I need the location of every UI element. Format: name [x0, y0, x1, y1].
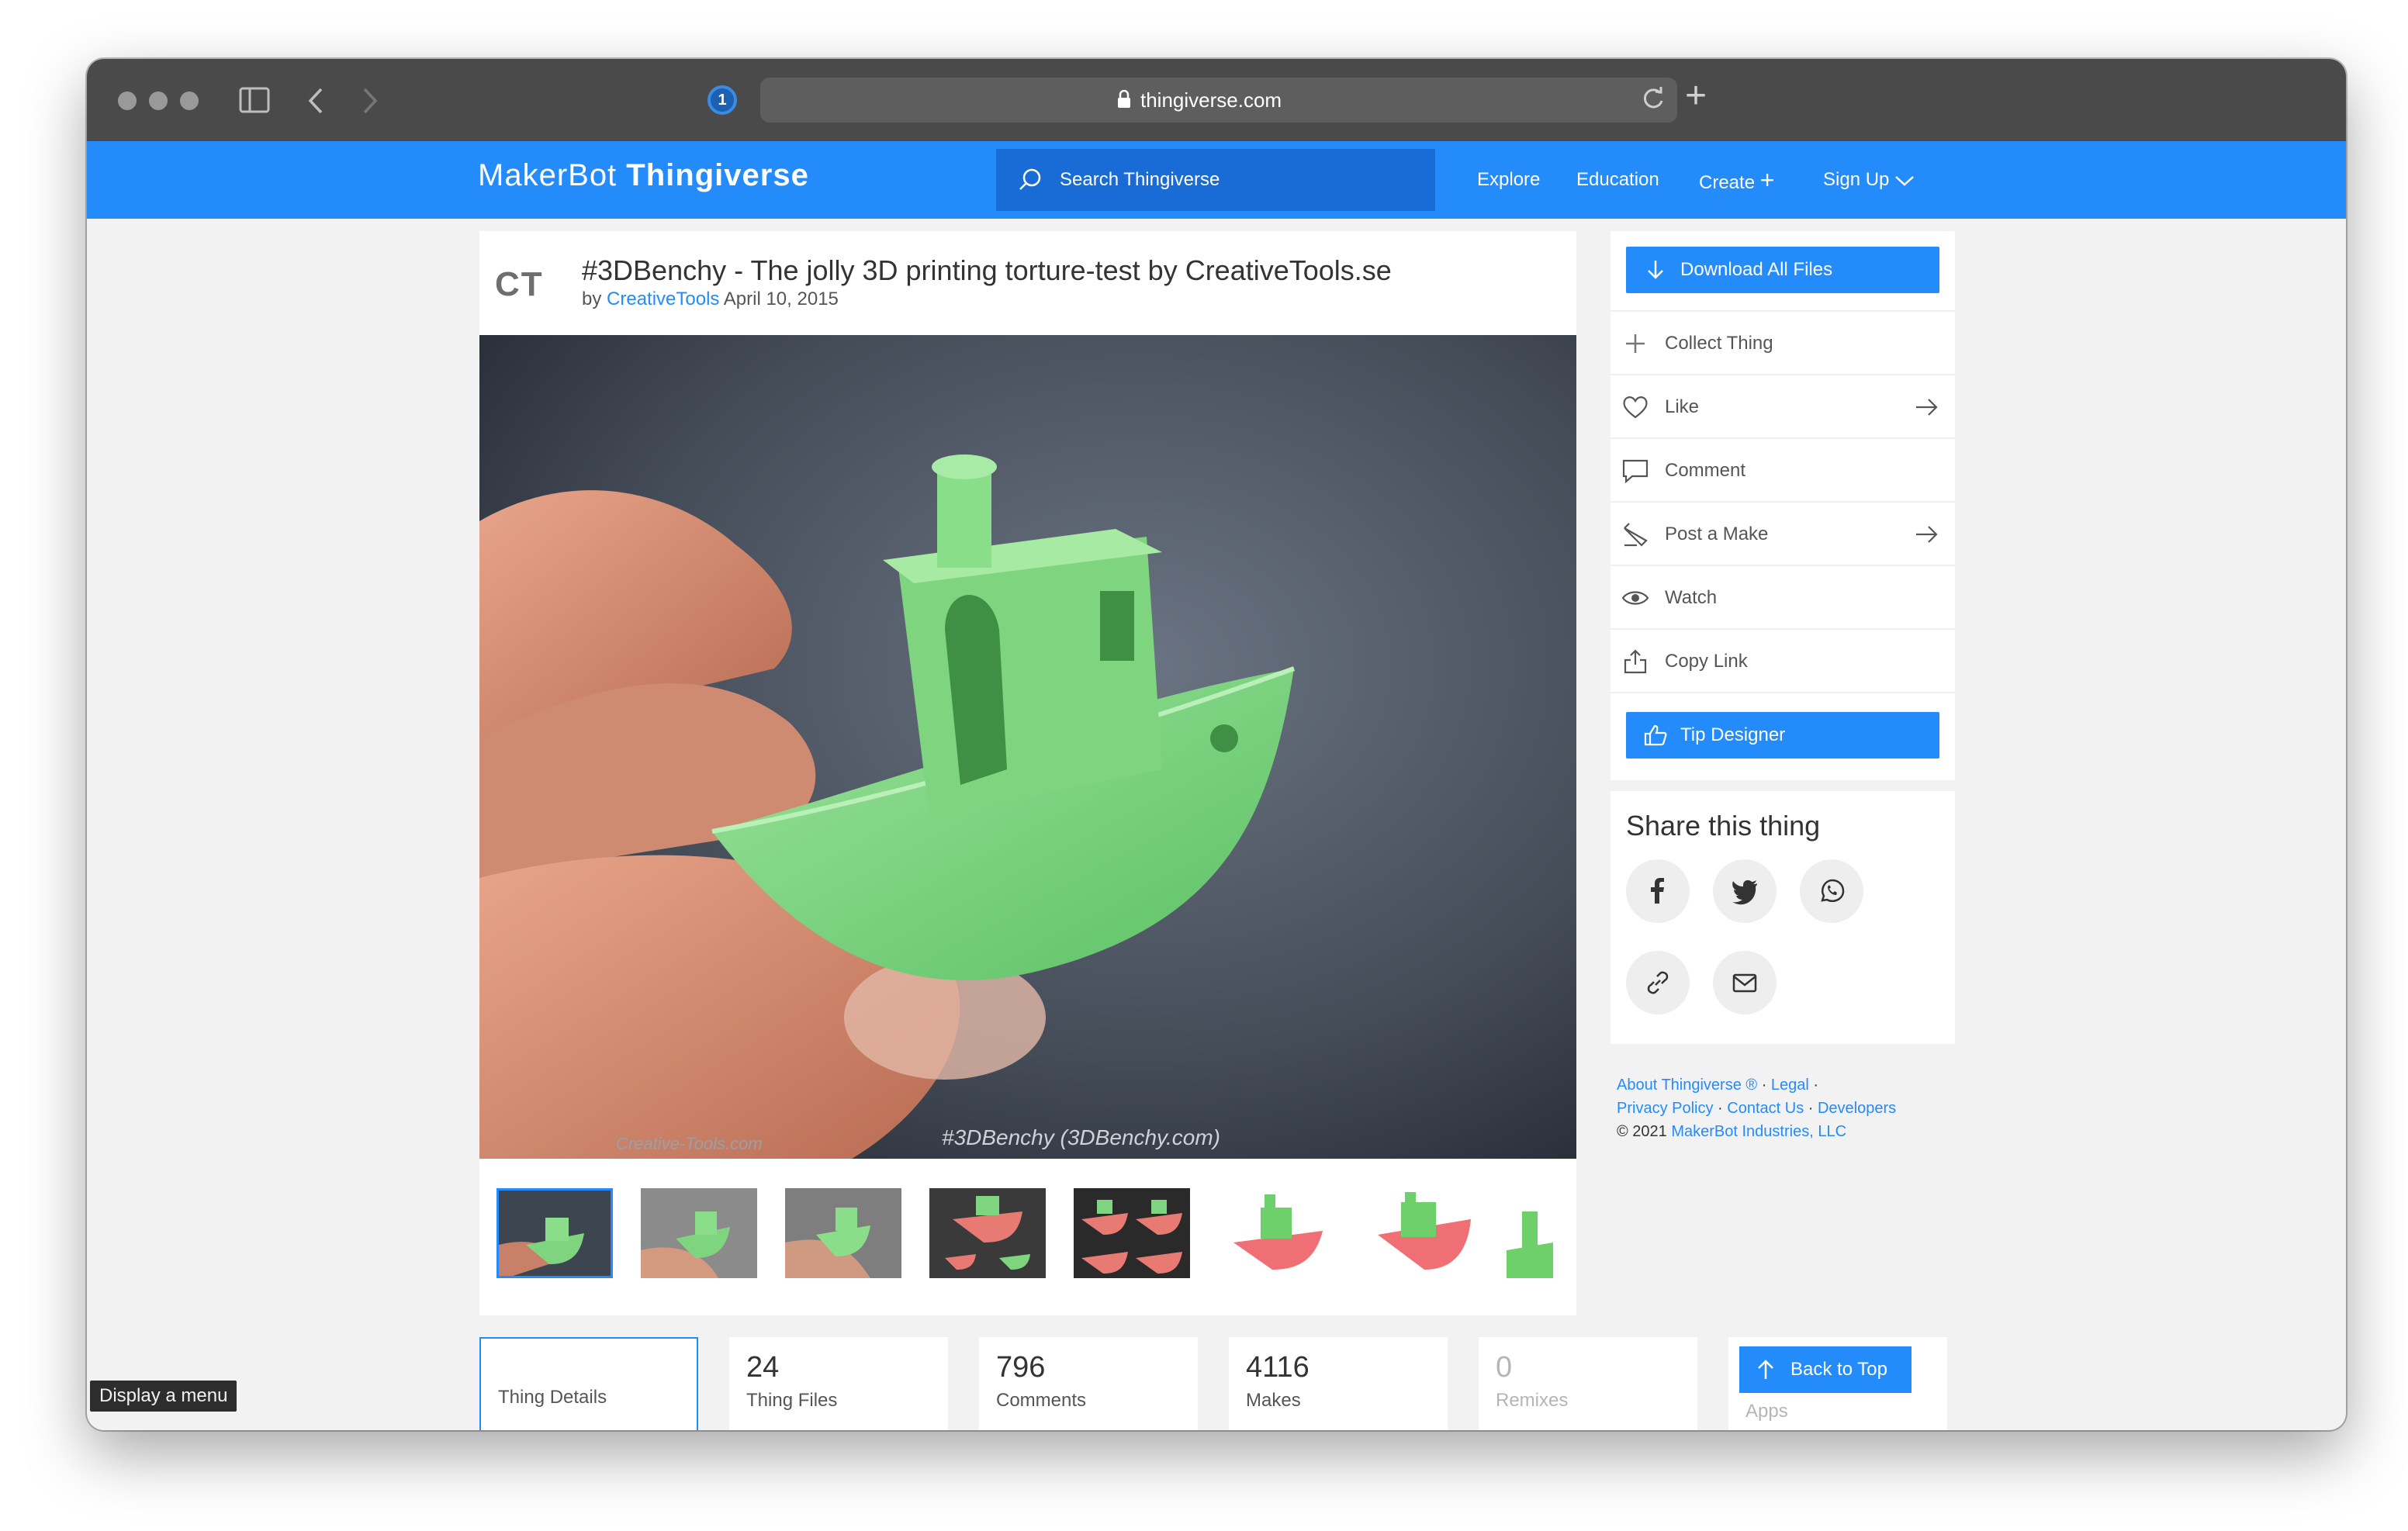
link-share-button[interactable]: [1626, 951, 1690, 1014]
privacy-link[interactable]: Privacy Policy: [1617, 1100, 1713, 1117]
facebook-icon: [1651, 878, 1664, 904]
download-icon: [1648, 261, 1663, 279]
search-icon: [1019, 168, 1041, 190]
heart-icon: [1623, 396, 1648, 419]
address-bar[interactable]: thingiverse.com: [760, 78, 1677, 123]
close-window-button[interactable]: [118, 92, 137, 110]
legal-link[interactable]: Legal: [1771, 1077, 1809, 1094]
nav-explore[interactable]: Explore: [1477, 141, 1540, 219]
thumbnail-8[interactable]: [1507, 1188, 1567, 1278]
download-all-files-button[interactable]: Download All Files: [1626, 247, 1939, 293]
thing-card: CT #3DBenchy - The jolly 3D printing tor…: [479, 231, 1576, 1315]
site-logo[interactable]: MakerBot Thingiverse: [478, 158, 809, 193]
share-title: Share this thing: [1626, 810, 1821, 842]
browser-window: 1 thingiverse.com + MakerBot Thingiverse…: [87, 59, 2346, 1430]
reload-icon[interactable]: [1642, 85, 1665, 112]
email-share-button[interactable]: [1713, 951, 1777, 1014]
thumbnail-strip: [496, 1188, 1567, 1281]
thumbnail-5[interactable]: [1074, 1188, 1190, 1278]
tooltip: Display a menu: [90, 1381, 237, 1412]
page-title: #3DBenchy - The jolly 3D printing tortur…: [582, 254, 1392, 286]
about-link[interactable]: About Thingiverse ®: [1617, 1077, 1757, 1094]
thumbnail-7[interactable]: [1362, 1188, 1479, 1278]
copyright: © 2021: [1617, 1123, 1667, 1140]
share-panel: Share this thing: [1611, 791, 1955, 1044]
developers-link[interactable]: Developers: [1818, 1100, 1896, 1117]
comment-icon: [1622, 459, 1649, 484]
tab-comments[interactable]: 796 Comments: [979, 1337, 1198, 1430]
url-text: thingiverse.com: [1140, 88, 1282, 112]
sidebar-toggle-icon[interactable]: [239, 87, 270, 118]
tip-designer-button[interactable]: Tip Designer: [1626, 712, 1939, 759]
site-footer: About Thingiverse ® · Legal · Privacy Po…: [1617, 1077, 1897, 1140]
watch-button[interactable]: Watch: [1611, 565, 1955, 628]
actions-panel: Download All Files Collect Thing Like Co…: [1611, 231, 1955, 780]
plus-icon: +: [1759, 166, 1775, 194]
search-placeholder: Search Thingiverse: [1060, 169, 1220, 190]
arrow-right-icon: [1916, 526, 1938, 543]
thumbs-up-icon: [1644, 724, 1667, 746]
contact-link[interactable]: Contact Us: [1727, 1100, 1804, 1117]
thumbnail-6[interactable]: [1218, 1188, 1334, 1278]
back-to-top-button[interactable]: Back to Top: [1739, 1346, 1912, 1393]
whatsapp-share-button[interactable]: [1800, 859, 1863, 923]
nav-education[interactable]: Education: [1576, 141, 1659, 219]
browser-toolbar: 1 thingiverse.com +: [87, 59, 2346, 141]
tab-thing-details[interactable]: Thing Details: [479, 1337, 698, 1430]
comment-button[interactable]: Comment: [1611, 437, 1955, 501]
tab-remixes[interactable]: 0 Remixes: [1479, 1337, 1697, 1430]
thumbnail-2[interactable]: [641, 1188, 757, 1278]
author-link[interactable]: CreativeTools: [607, 289, 719, 309]
eye-icon: [1621, 591, 1649, 605]
arrow-up-icon: [1758, 1360, 1773, 1379]
tab-makes[interactable]: 4116 Makes: [1229, 1337, 1448, 1430]
like-button[interactable]: Like: [1611, 374, 1955, 437]
whatsapp-icon: [1821, 879, 1845, 903]
make-icon: [1624, 523, 1648, 547]
back-icon[interactable]: [307, 87, 324, 119]
lock-icon: [1118, 90, 1130, 108]
thumbnail-4[interactable]: [929, 1188, 1046, 1278]
hero-image[interactable]: Creative-Tools.com #3DBenchy (3DBenchy.c…: [479, 335, 1576, 1159]
company-link[interactable]: MakerBot Industries, LLC: [1671, 1123, 1846, 1140]
minimize-window-button[interactable]: [149, 92, 168, 110]
watermark-right: #3DBenchy (3DBenchy.com): [942, 1125, 1220, 1149]
twitter-share-button[interactable]: [1713, 859, 1777, 923]
thumbnail-1[interactable]: [496, 1188, 613, 1278]
watermark-left: Creative-Tools.com: [616, 1134, 763, 1153]
chevron-down-icon: [1895, 175, 1914, 186]
nav-create[interactable]: Create +: [1699, 141, 1774, 219]
thumbnail-3[interactable]: [785, 1188, 901, 1278]
facebook-share-button[interactable]: [1626, 859, 1690, 923]
password-manager-icon[interactable]: 1: [708, 85, 737, 115]
link-icon: [1647, 971, 1669, 994]
zoom-window-button[interactable]: [180, 92, 199, 110]
nav-sign-up[interactable]: Sign Up: [1823, 141, 1915, 219]
tab-thing-files[interactable]: 24 Thing Files: [729, 1337, 948, 1430]
post-a-make-button[interactable]: Post a Make: [1611, 501, 1955, 565]
arrow-right-icon: [1916, 399, 1938, 416]
site-header: MakerBot Thingiverse Search Thingiverse …: [87, 141, 2346, 219]
email-icon: [1732, 973, 1757, 993]
copy-link-button[interactable]: Copy Link: [1611, 628, 1955, 692]
collect-thing-button[interactable]: Collect Thing: [1611, 310, 1955, 374]
search-input[interactable]: Search Thingiverse: [996, 149, 1435, 211]
publish-date: April 10, 2015: [723, 289, 839, 309]
forward-icon[interactable]: [362, 87, 379, 119]
share-upload-icon: [1624, 649, 1647, 674]
creator-avatar[interactable]: CT: [495, 265, 544, 304]
new-tab-icon[interactable]: +: [1685, 74, 1707, 117]
plus-icon: [1626, 334, 1645, 353]
thing-byline: by CreativeTools April 10, 2015: [582, 289, 839, 309]
twitter-icon: [1732, 880, 1757, 905]
